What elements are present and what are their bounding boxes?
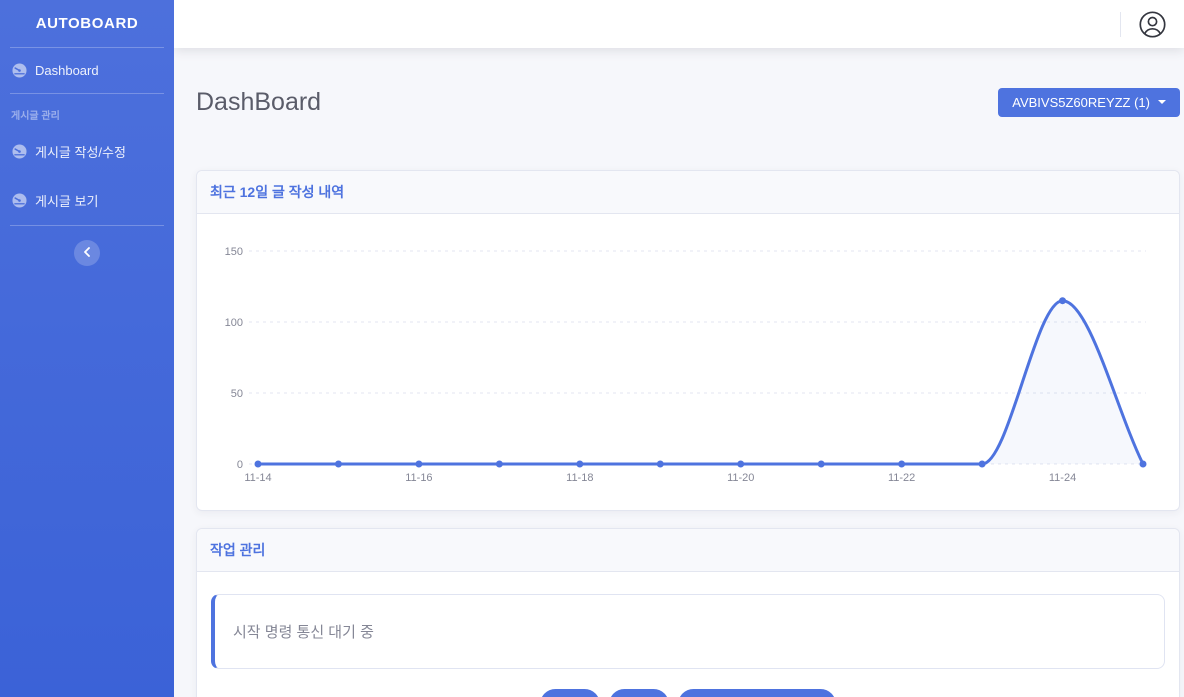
- job-card-body: 시작 명령 통신 대기 중 시작 중지 회원가입 정보 초기화: [197, 572, 1179, 697]
- posts-line-chart: 0 50 100 150 11-14 11-16 11-18 11-20 11-22 11-24: [213, 234, 1168, 489]
- svg-text:100: 100: [225, 317, 243, 329]
- tachometer-icon: [12, 193, 27, 208]
- stop-button[interactable]: 중지: [609, 689, 669, 697]
- recent-posts-card: 최근 12일 글 작성 내역 0 50 100 150 11-14 11-16 11-18 1…: [196, 170, 1180, 511]
- topbar: [174, 0, 1184, 48]
- chart-body: 0 50 100 150 11-14 11-16 11-18 11-20 11-22 11-24: [197, 214, 1179, 510]
- sidebar-item-label: 게시글 작성/수정: [35, 142, 126, 161]
- page-title: DashBoard: [196, 88, 321, 117]
- reset-signup-info-button[interactable]: 회원가입 정보 초기화: [678, 689, 836, 697]
- svg-text:11-14: 11-14: [244, 472, 271, 484]
- account-dropdown-button[interactable]: AVBIVS5Z60REYZZ (1): [998, 88, 1180, 117]
- svg-text:50: 50: [231, 388, 243, 400]
- tachometer-icon: [12, 144, 27, 159]
- page-content: DashBoard AVBIVS5Z60REYZZ (1) 최근 12일 글 작…: [174, 48, 1184, 697]
- sidebar-collapse-button[interactable]: [74, 240, 100, 266]
- job-status-message: 시작 명령 통신 대기 중: [233, 621, 374, 642]
- svg-text:11-22: 11-22: [888, 472, 915, 484]
- tachometer-icon: [12, 63, 27, 78]
- sidebar: AUTOBOARD Dashboard 게시글 관리 게시글 작성/수정: [0, 0, 174, 697]
- svg-text:11-24: 11-24: [1049, 472, 1076, 484]
- job-management-card-title: 작업 관리: [197, 529, 1179, 572]
- recent-posts-card-title: 최근 12일 글 작성 내역: [197, 171, 1179, 214]
- sidebar-item-dashboard[interactable]: Dashboard: [0, 48, 174, 93]
- brand-title: AUTOBOARD: [0, 0, 174, 47]
- sidebar-item-label: 게시글 보기: [35, 191, 98, 210]
- user-circle-icon: [1139, 11, 1166, 38]
- job-button-row: 시작 중지 회원가입 정보 초기화: [211, 689, 1165, 697]
- main-area: DashBoard AVBIVS5Z60REYZZ (1) 최근 12일 글 작…: [174, 0, 1184, 697]
- svg-text:11-18: 11-18: [566, 472, 593, 484]
- sidebar-divider: [10, 225, 164, 226]
- sidebar-section-heading: 게시글 관리: [0, 94, 174, 127]
- sidebar-item-post-view[interactable]: 게시글 보기: [0, 176, 174, 225]
- chevron-left-icon: [83, 247, 91, 257]
- job-status-box: 시작 명령 통신 대기 중: [211, 594, 1165, 669]
- start-button[interactable]: 시작: [540, 689, 600, 697]
- account-dropdown-label: AVBIVS5Z60REYZZ (1): [1012, 95, 1150, 110]
- svg-text:11-20: 11-20: [727, 472, 754, 484]
- caret-down-icon: [1158, 100, 1166, 104]
- app-window: AUTOBOARD Dashboard 게시글 관리 게시글 작성/수정: [0, 0, 1184, 697]
- sidebar-item-label: Dashboard: [35, 63, 99, 78]
- svg-text:0: 0: [237, 459, 243, 471]
- svg-text:11-16: 11-16: [405, 472, 432, 484]
- svg-text:150: 150: [225, 246, 243, 258]
- user-menu-button[interactable]: [1139, 11, 1166, 38]
- sidebar-item-post-edit[interactable]: 게시글 작성/수정: [0, 127, 174, 176]
- job-management-card: 작업 관리 시작 명령 통신 대기 중 시작 중지 회원가입 정보 초기화: [196, 528, 1180, 697]
- topbar-divider: [1120, 12, 1121, 37]
